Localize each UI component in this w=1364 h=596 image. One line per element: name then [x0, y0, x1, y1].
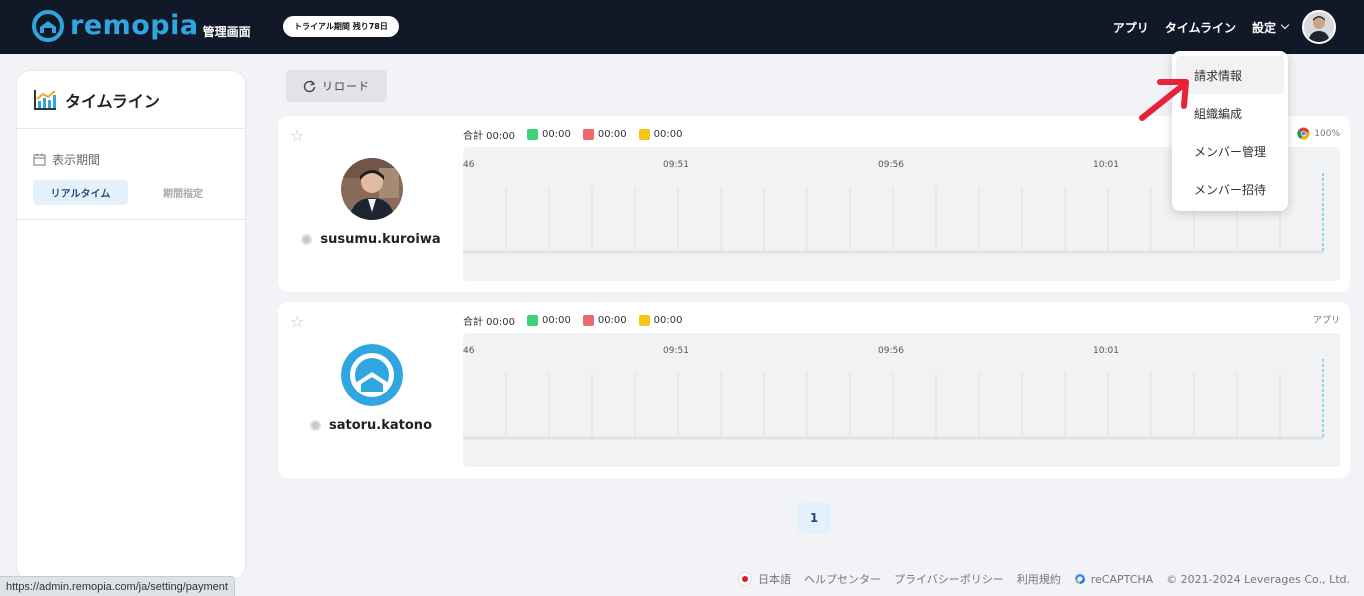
member-avatar — [341, 158, 403, 220]
language-label: 日本語 — [757, 573, 791, 586]
time-tick-label: 10:01 — [1093, 160, 1119, 170]
reload-icon — [303, 79, 316, 92]
menu-item-member-invite[interactable]: メンバー招待 — [1172, 170, 1288, 208]
header-nav: アプリ タイムライン 設定 — [1113, 0, 1364, 54]
user-avatar[interactable] — [1302, 10, 1336, 44]
footer: 日本語 ヘルプセンター プライバシーポリシー 利用規約 reCAPTCHA © … — [725, 571, 1350, 587]
avatar-photo-icon — [1304, 12, 1334, 42]
pagination-page-1[interactable]: 1 — [797, 502, 831, 534]
legend-red-value: 00:00 — [597, 315, 627, 326]
activity-legend: 合計 00:00 00:00 00:00 00:00 — [463, 313, 682, 328]
top-header: remopia 管理画面 トライアル期間 残り78日 アプリ タイムライン 設定 — [0, 0, 1364, 54]
chevron-down-icon — [1280, 20, 1290, 30]
sidebar: タイムライン 表示期間 リアルタイム 期間指定 — [16, 70, 246, 580]
star-icon[interactable]: ☆ — [290, 126, 304, 145]
legend-yellow-swatch — [638, 129, 650, 140]
tab-realtime[interactable]: リアルタイム — [33, 180, 128, 205]
menu-item-member-management[interactable]: メンバー管理 — [1172, 132, 1288, 170]
browser-usage-value: 100% — [1314, 128, 1340, 139]
period-label-text: 表示期間 — [52, 153, 101, 167]
status-dot — [301, 234, 313, 245]
time-tick-label: 10:01 — [1093, 346, 1119, 356]
legend-red-swatch — [582, 129, 594, 140]
red-arrow-icon — [1139, 79, 1189, 121]
trial-badge: トライアル期間 残り78日 — [283, 16, 399, 37]
logo-subtitle: 管理画面 — [202, 24, 251, 39]
sidebar-divider — [17, 219, 245, 220]
app-usage-label: アプリ — [1312, 316, 1340, 326]
avatar-photo-icon — [341, 158, 403, 220]
recaptcha-label: reCAPTCHA — [1090, 572, 1154, 586]
terms-link[interactable]: 利用規約 — [1017, 571, 1061, 587]
legend-yellow-value: 00:00 — [653, 315, 683, 326]
japan-flag-icon — [737, 572, 752, 586]
timeline-chart: 46 09:51 09:56 10:01 — [463, 333, 1340, 467]
activity-legend: 合計 00:00 00:00 00:00 00:00 — [463, 127, 682, 142]
member-username-text: satoru.katono — [328, 418, 432, 433]
reload-button[interactable]: リロード — [286, 70, 387, 102]
nav-settings[interactable]: 設定 — [1251, 19, 1290, 36]
member-username: satoru.katono — [278, 418, 464, 433]
remopia-logo-icon — [32, 10, 64, 42]
chart-icon — [34, 89, 56, 110]
tab-period-range[interactable]: 期間指定 — [128, 180, 238, 205]
timeline-chart-svg: 46 09:51 09:56 10:01 — [463, 346, 1324, 440]
legend-total: 合計 00:00 — [463, 317, 515, 328]
time-tick-label: 46 — [463, 346, 475, 356]
legend-yellow-swatch — [638, 315, 650, 326]
legend-green-swatch — [527, 129, 538, 140]
time-tick-label: 09:56 — [878, 160, 904, 170]
time-tick-label: 46 — [463, 160, 475, 170]
browser-status-url: https://admin.remopia.com/ja/setting/pay… — [0, 576, 235, 596]
nav-settings-label: 設定 — [1251, 20, 1276, 35]
period-tabs: リアルタイム 期間指定 — [33, 180, 245, 205]
chrome-icon — [1297, 127, 1310, 140]
member-username-text: susumu.kuroiwa — [320, 232, 441, 247]
browser-usage: 100% — [1297, 127, 1340, 140]
nav-timeline[interactable]: タイムライン — [1165, 19, 1236, 36]
language-switcher[interactable]: 日本語 — [737, 571, 791, 587]
nav-app[interactable]: アプリ — [1113, 19, 1149, 36]
legend-green-swatch — [527, 315, 538, 326]
legend-total: 合計 00:00 — [463, 131, 515, 142]
help-center-link[interactable]: ヘルプセンター — [804, 571, 881, 587]
copyright: © 2021-2024 Leverages Co., Ltd. — [1166, 572, 1350, 586]
sidebar-title: タイムライン — [65, 91, 160, 111]
remopia-default-avatar-icon — [341, 344, 403, 406]
sidebar-header: タイムライン — [17, 71, 245, 129]
remopia-logo[interactable]: remopia 管理画面 — [32, 10, 251, 42]
logo-text: remopia — [70, 10, 199, 41]
reload-label: リロード — [322, 80, 370, 93]
calendar-icon — [33, 153, 46, 166]
star-icon[interactable]: ☆ — [290, 312, 304, 331]
member-avatar — [341, 344, 403, 406]
legend-red-swatch — [582, 315, 594, 326]
time-tick-label: 09:51 — [663, 160, 689, 170]
status-dot — [309, 420, 321, 431]
legend-green-value: 00:00 — [542, 315, 571, 326]
recaptcha-link[interactable]: reCAPTCHA — [1074, 573, 1153, 586]
period-label: 表示期間 — [33, 151, 245, 168]
time-tick-label: 09:56 — [878, 346, 904, 356]
legend-yellow-value: 00:00 — [653, 129, 683, 140]
recaptcha-icon — [1074, 574, 1085, 584]
legend-green-value: 00:00 — [542, 129, 571, 140]
privacy-policy-link[interactable]: プライバシーポリシー — [894, 571, 1004, 587]
legend-red-value: 00:00 — [597, 129, 627, 140]
time-tick-label: 09:51 — [663, 346, 689, 356]
member-username: susumu.kuroiwa — [278, 232, 464, 247]
member-card: ☆ satoru.katono 合計 00:00 00:00 00:00 00:… — [278, 302, 1350, 478]
